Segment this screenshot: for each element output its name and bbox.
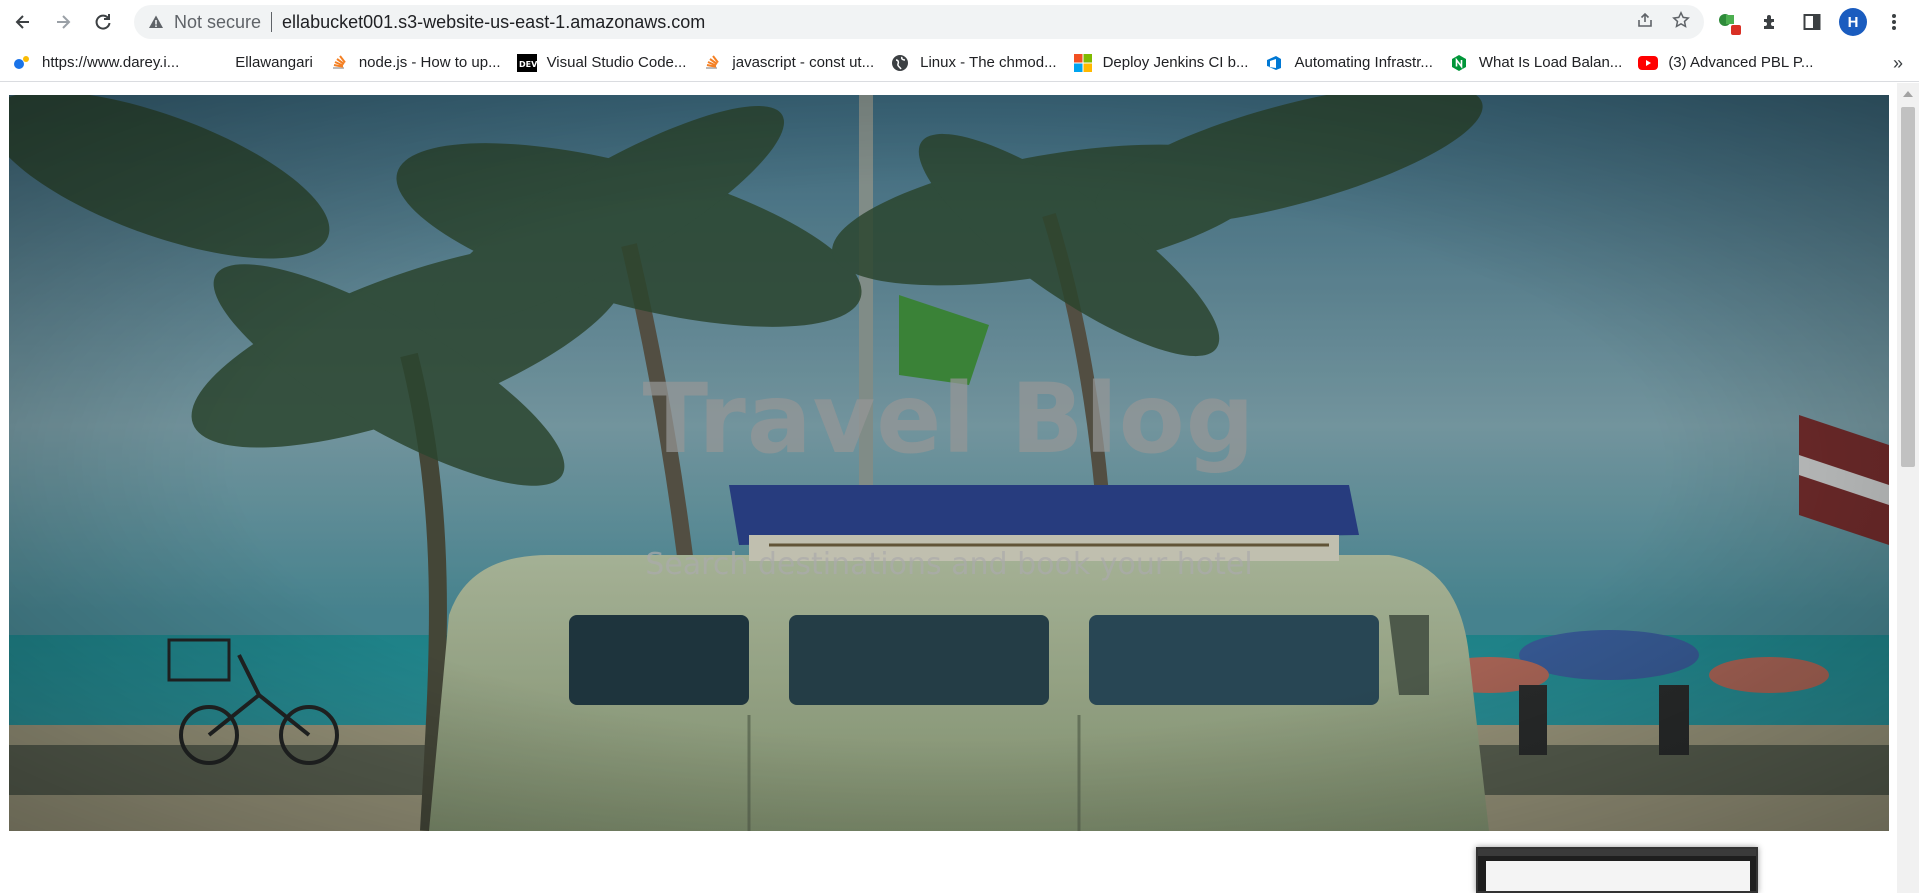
hero-subtitle: Search destinations and book your hotel xyxy=(645,547,1253,582)
forward-button[interactable] xyxy=(46,5,80,39)
bookmark-jenkins[interactable]: Deploy Jenkins CI b... xyxy=(1073,53,1249,73)
bookmark-linux-chmod[interactable]: Linux - The chmod... xyxy=(890,53,1057,73)
back-arrow-icon xyxy=(15,15,29,29)
page-viewport: Travel Blog Search destinations and book… xyxy=(0,83,1919,893)
menu-kebab-icon[interactable] xyxy=(1879,7,1909,37)
url-text[interactable]: ellabucket001.s3-website-us-east-1.amazo… xyxy=(282,12,705,33)
stackoverflow-icon xyxy=(702,53,722,73)
share-icon[interactable] xyxy=(1636,11,1654,34)
nginx-icon xyxy=(1449,53,1469,73)
bookmark-label: javascript - const ut... xyxy=(732,54,875,71)
extensions-puzzle-icon[interactable] xyxy=(1755,7,1785,37)
bookmark-darey[interactable]: https://www.darey.i... xyxy=(12,53,179,73)
forward-arrow-icon xyxy=(57,15,71,29)
profile-avatar[interactable]: H xyxy=(1839,8,1867,36)
screenshot-thumbnail[interactable] xyxy=(1476,847,1758,893)
hero-banner: Travel Blog Search destinations and book… xyxy=(9,95,1889,831)
address-divider xyxy=(271,12,273,32)
bookmark-label: Deploy Jenkins CI b... xyxy=(1102,54,1249,71)
thumbnail-content xyxy=(1486,861,1750,891)
address-bar[interactable]: Not secure ellabucket001.s3-website-us-e… xyxy=(134,5,1704,39)
security-label[interactable]: Not secure xyxy=(174,12,261,33)
reload-button[interactable] xyxy=(86,5,120,39)
dev-icon: DEV xyxy=(516,53,537,73)
bookmark-javascript[interactable]: javascript - const ut... xyxy=(702,53,874,73)
scrollbar-thumb[interactable] xyxy=(1901,107,1915,467)
page-scrollbar[interactable] xyxy=(1897,83,1919,893)
bookmark-label: Automating Infrastr... xyxy=(1294,54,1433,71)
bookmark-nodejs[interactable]: node.js - How to up... xyxy=(329,53,501,73)
blank-icon xyxy=(205,53,225,73)
bookmark-label: Visual Studio Code... xyxy=(546,54,687,71)
reload-icon xyxy=(95,14,111,30)
thumbnail-titlebar xyxy=(1478,849,1756,856)
side-panel-icon[interactable] xyxy=(1797,7,1827,37)
bookmark-label: https://www.darey.i... xyxy=(42,54,180,71)
youtube-icon xyxy=(1638,53,1659,73)
bookmark-vscode[interactable]: DEV Visual Studio Code... xyxy=(516,53,687,73)
bookmark-label: node.js - How to up... xyxy=(358,54,501,71)
browser-toolbar: Not secure ellabucket001.s3-website-us-e… xyxy=(0,0,1919,44)
svg-text:DEV: DEV xyxy=(519,60,537,69)
bookmark-label: Linux - The chmod... xyxy=(920,54,1057,71)
bookmark-label: (3) Advanced PBL P... xyxy=(1668,54,1814,71)
bookmark-label: Ellawangari xyxy=(235,54,313,71)
bookmark-load-balancer[interactable]: What Is Load Balan... xyxy=(1449,53,1622,73)
bookmark-label: What Is Load Balan... xyxy=(1478,54,1623,71)
stackoverflow-icon xyxy=(329,53,349,73)
bookmarks-bar: https://www.darey.i... Ellawangari node.… xyxy=(0,44,1919,82)
scroll-up-icon[interactable] xyxy=(1903,91,1913,97)
hero-title: Travel Blog xyxy=(642,363,1256,475)
azure-devops-icon xyxy=(1264,53,1284,73)
back-button[interactable] xyxy=(6,5,40,39)
bookmark-star-icon[interactable] xyxy=(1672,11,1690,34)
extension-badge xyxy=(1731,25,1741,35)
bookmark-ellawangari[interactable]: Ellawangari xyxy=(205,53,313,73)
warning-icon[interactable] xyxy=(148,14,164,30)
bookmark-youtube[interactable]: (3) Advanced PBL P... xyxy=(1638,53,1813,73)
darey-icon xyxy=(12,53,32,73)
bookmarks-overflow-icon[interactable]: » xyxy=(1893,53,1903,74)
microsoft-icon xyxy=(1073,53,1093,73)
bookmark-automating[interactable]: Automating Infrastr... xyxy=(1264,53,1433,73)
globe-icon xyxy=(890,53,910,73)
extension-icon[interactable] xyxy=(1713,7,1743,37)
